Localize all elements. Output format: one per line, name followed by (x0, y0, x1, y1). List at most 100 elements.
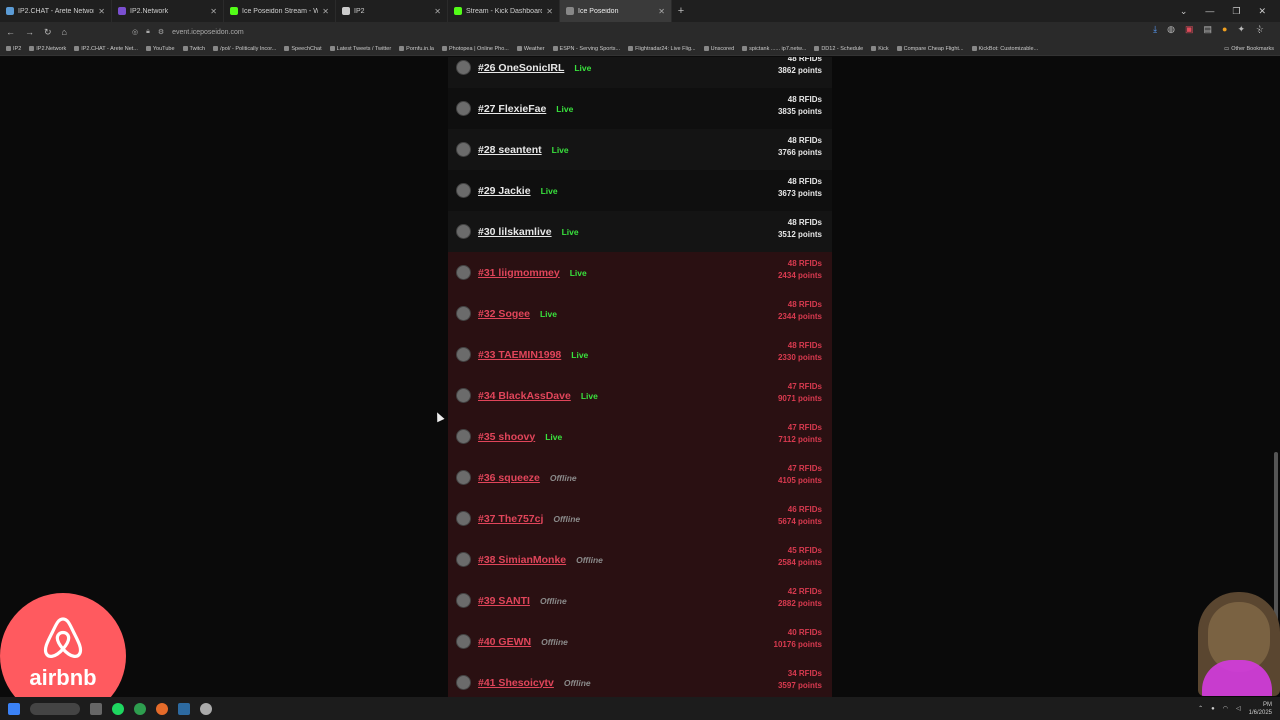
menu-icon[interactable]: ⋮ (1255, 24, 1264, 35)
browser-tab[interactable]: IP2 ✕ (336, 0, 448, 22)
mic-icon[interactable]: ● (1211, 706, 1215, 712)
forward-icon[interactable]: → (25, 27, 34, 37)
leaderboard-row: #32 Sogee Live 48 RFIDs 2344 points (448, 293, 832, 334)
site-info-icon[interactable]: ◎ (132, 28, 138, 36)
back-icon[interactable]: ← (6, 27, 15, 37)
streamer-name-link[interactable]: #27 FlexieFae (478, 103, 546, 115)
leaderboard-row: #26 OneSonicIRL Live 48 RFIDs 3862 points (448, 57, 832, 88)
points-value: 3835 points (777, 107, 822, 116)
bookmark-item[interactable]: Pornfu.in.la (399, 46, 434, 52)
extension-icon[interactable]: ▤ (1204, 24, 1213, 35)
points-value: 9071 points (777, 394, 822, 403)
streamer-name-link[interactable]: #40 GEWN (478, 636, 531, 648)
streamer-name-link[interactable]: #39 SANTI (478, 595, 530, 607)
bookmark-item[interactable]: Flightradar24: Live Flig... (628, 46, 696, 52)
bookmark-item[interactable]: IP2.Network (29, 46, 66, 52)
streamer-name-link[interactable]: #38 SimianMonke (478, 554, 566, 566)
bookmark-favicon-icon (399, 46, 405, 51)
streamer-name-link[interactable]: #28 seantent (478, 144, 542, 156)
url-text[interactable]: event.iceposeidon.com (172, 29, 244, 36)
bookmark-item[interactable]: SpeechChat (284, 46, 322, 52)
tab-close-icon[interactable]: ✕ (546, 7, 553, 16)
tray-chevron-icon[interactable]: ⌃ (1198, 705, 1203, 712)
puzzle-icon[interactable]: ✦ (1237, 24, 1245, 35)
bookmark-item[interactable]: Weather (516, 45, 545, 52)
other-bookmarks[interactable]: ▭ Other Bookmarks (1224, 42, 1274, 55)
bookmark-favicon-icon (442, 46, 447, 51)
bookmark-item[interactable]: IP2.CHAT - Arete Net... (74, 46, 138, 52)
bookmark-favicon-icon (703, 46, 709, 51)
minimize-button[interactable]: — (1205, 6, 1214, 16)
bookmark-item[interactable]: Photopea | Online Pho... (442, 46, 509, 52)
browser-tab[interactable]: Stream - Kick Dashboard ✕ (448, 0, 560, 22)
streamer-name-link[interactable]: #29 Jackie (478, 185, 531, 197)
obs-icon[interactable] (200, 702, 212, 715)
streamer-name-link[interactable]: #31 liigmommey (478, 267, 560, 279)
tab-close-icon[interactable]: ✕ (658, 7, 665, 16)
bookmark-item[interactable]: /pol/ - Politically Incor... (213, 46, 276, 52)
windows-start-icon[interactable] (8, 702, 20, 715)
leaderboard-row: #38 SimianMonke Offline 45 RFIDs 2584 point… (448, 539, 832, 580)
bookmark-item[interactable]: spictank ...... ip7.netw... (742, 46, 806, 52)
streamer-name-link[interactable]: #26 OneSonicIRL (478, 62, 564, 74)
streamer-name-link[interactable]: #41 Shesoicytv (478, 677, 554, 689)
streamer-name-link[interactable]: #37 The757cj (478, 513, 543, 525)
bookmark-item[interactable]: IP2 (6, 46, 21, 52)
streamer-name-link[interactable]: #34 BlackAssDave (478, 390, 571, 402)
new-tab-button[interactable]: + (672, 5, 690, 17)
browser-tab[interactable]: Ice Poseidon Stream - Watc✕ (224, 0, 336, 22)
tab-close-icon[interactable]: ✕ (434, 7, 441, 16)
tab-close-icon[interactable]: ✕ (322, 7, 329, 16)
points-value: 5674 points (777, 517, 822, 526)
steam-icon[interactable] (178, 702, 190, 715)
volume-icon[interactable]: ◁ (1236, 705, 1241, 712)
close-window-button[interactable]: ✕ (1258, 6, 1266, 17)
bookmark-item[interactable]: Unscored (703, 46, 734, 52)
streamer-avatar (456, 511, 471, 526)
bookmark-item[interactable]: KickBot: Customizable... (971, 46, 1038, 52)
score-block: 48 RFIDs 3673 points (778, 176, 822, 200)
spotify-icon[interactable] (112, 702, 124, 715)
streamer-name-link[interactable]: #30 lilskamlive (478, 226, 552, 238)
streamer-name-link[interactable]: #32 Sogee (478, 308, 530, 320)
extension-icon[interactable]: ● (1222, 24, 1227, 35)
xbox-icon[interactable] (134, 702, 146, 715)
search-box[interactable] (30, 702, 80, 715)
streamer-name-link[interactable]: #33 TAEMIN1998 (478, 349, 561, 361)
site-settings-icon[interactable]: ⚙︎ (158, 28, 164, 36)
bookmark-item[interactable]: Latest Tweets / Twitter (329, 46, 391, 52)
browser-tab[interactable]: IP2.Network ✕ (112, 0, 224, 22)
tab-close-icon[interactable]: ✕ (210, 7, 217, 16)
address-bar[interactable]: ◎ 🔒︎ ⚙︎ event.iceposeidon.com (132, 24, 1092, 40)
streamer-name-link[interactable]: #36 squeeze (478, 472, 540, 484)
maximize-button[interactable]: ❐ (1232, 6, 1240, 17)
download-icon[interactable]: ⤓ (1153, 24, 1157, 35)
bookmark-item[interactable]: YouTube (145, 46, 175, 52)
score-block: 48 RFIDs 3835 points (778, 94, 822, 118)
wifi-icon[interactable]: ◠ (1223, 705, 1228, 712)
bookmark-list: IP2 IP2.Network IP2.CHAT - Arete Net... You… (6, 46, 1038, 52)
streamer-name-link[interactable]: #35 shoovy (478, 431, 535, 443)
bookmark-label: Weather (523, 45, 545, 52)
tab-favicon-icon (566, 7, 574, 15)
bookmark-item[interactable]: Twitch (182, 46, 205, 52)
taskview-icon[interactable] (90, 702, 102, 715)
rfid-count: 47 RFIDs (787, 464, 822, 473)
clock[interactable]: PM 1/6/2025 (1249, 701, 1272, 717)
extension-icon[interactable]: ◍ (1167, 24, 1175, 35)
tab-search-icon[interactable]: ⌄ (1180, 6, 1188, 17)
bookmark-favicon-icon (74, 46, 80, 51)
bookmark-item[interactable]: Kick (871, 46, 889, 52)
extension-icon[interactable]: ▣ (1185, 24, 1194, 35)
score-block: 48 RFIDs 3862 points (778, 57, 822, 77)
browser-tab[interactable]: Ice Poseidon ✕ (560, 0, 672, 22)
tab-close-icon[interactable]: ✕ (98, 7, 105, 16)
bookmark-item[interactable]: Compare Cheap Flight... (896, 46, 964, 52)
score-block: 48 RFIDs 3766 points (778, 135, 822, 159)
bookmark-item[interactable]: ESPN - Serving Sports... (552, 46, 620, 52)
home-icon[interactable]: ⌂ (62, 27, 67, 37)
reload-icon[interactable]: ↻ (44, 27, 52, 38)
bookmark-item[interactable]: DD12 - Schedule (814, 46, 863, 52)
browser-tab[interactable]: IP2.CHAT - Arete Network ✕ (0, 0, 112, 22)
browser-icon[interactable] (156, 702, 168, 715)
